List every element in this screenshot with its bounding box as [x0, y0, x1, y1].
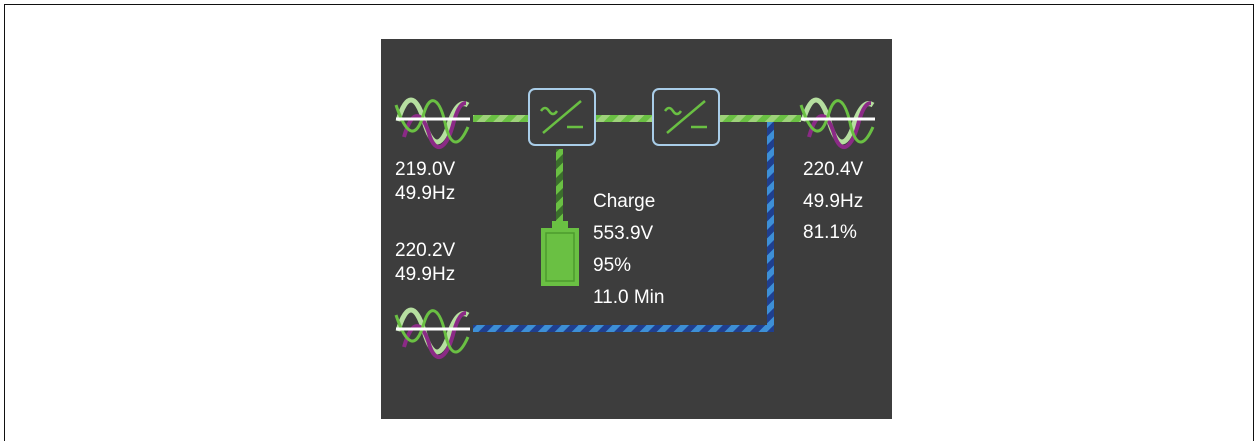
battery-runtime: 11.0 Min — [593, 287, 665, 308]
mains-input-frequency: 49.9Hz — [395, 183, 456, 204]
bypass-input-voltage: 220.2V — [395, 240, 456, 261]
ac-dc-converter-icon — [652, 88, 720, 146]
bypass-line-horizontal — [473, 325, 774, 332]
ac-dc-converter-icon — [528, 88, 596, 146]
battery-icon — [541, 221, 579, 286]
output-load: 81.1% — [803, 222, 857, 243]
main-line-output — [718, 115, 801, 122]
battery-capacity: 95% — [593, 255, 632, 276]
battery-line — [556, 149, 563, 225]
screen-frame: 219.0V 49.9Hz 220.2V 49.9Hz Charge 553.9… — [4, 4, 1254, 441]
ac-sine-wave-icon — [394, 97, 470, 150]
output-frequency: 49.9Hz — [803, 191, 864, 212]
bypass-input-frequency: 49.9Hz — [395, 264, 456, 285]
main-line-dc-bus — [596, 115, 654, 122]
battery-voltage: 553.9V — [593, 223, 654, 244]
ac-sine-wave-icon — [394, 307, 470, 360]
ups-mimic-diagram: 219.0V 49.9Hz 220.2V 49.9Hz Charge 553.9… — [381, 39, 892, 419]
main-line-input — [473, 115, 529, 122]
battery-state: Charge — [593, 191, 656, 212]
bypass-line-vertical — [767, 121, 774, 331]
ac-sine-wave-icon — [799, 97, 875, 150]
mains-input-voltage: 219.0V — [395, 159, 456, 180]
output-voltage: 220.4V — [803, 159, 864, 180]
